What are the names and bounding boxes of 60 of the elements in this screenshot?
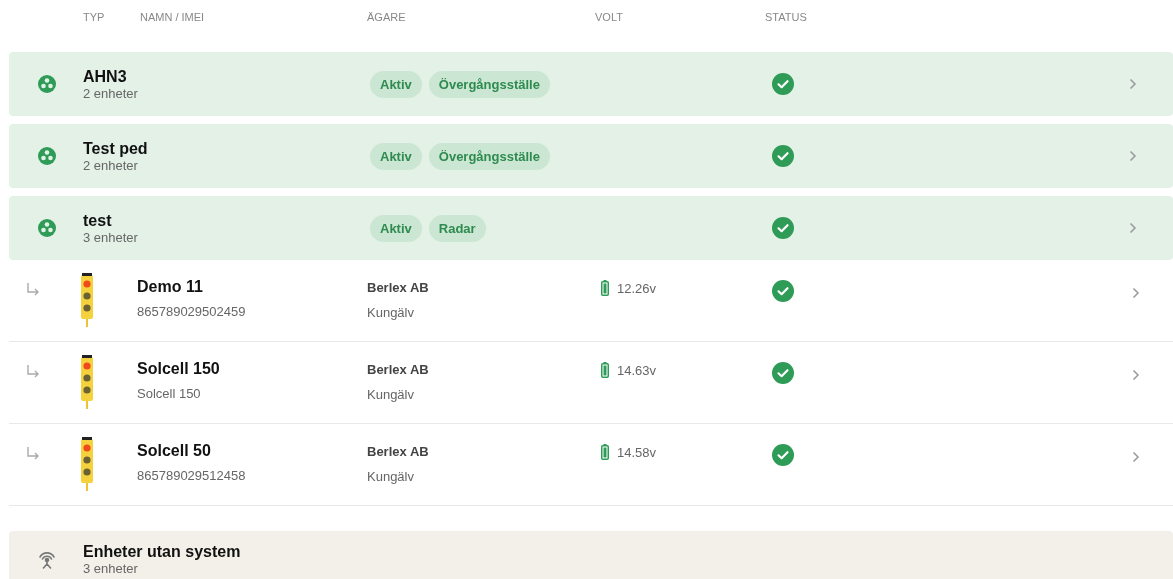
voltage-reading: 14.58v xyxy=(617,444,657,460)
system-icon xyxy=(38,75,56,93)
traffic-light-icon xyxy=(80,437,94,491)
tag: Aktiv xyxy=(370,142,422,170)
device-name: Demo 11 xyxy=(137,278,204,296)
group-name: test xyxy=(83,211,113,230)
owner-name: Berlex AB xyxy=(367,361,430,379)
battery-icon xyxy=(601,362,609,378)
device-count: 2 enheter xyxy=(83,85,139,101)
device-row[interactable]: Solcell 50 865789029512458 Berlex AB Kungälv 14.58v xyxy=(9,424,1173,506)
child-arrow-icon xyxy=(25,281,41,297)
device-count: 2 enheter xyxy=(83,157,139,173)
tag: Radar xyxy=(428,214,486,242)
chevron-right-icon xyxy=(1132,287,1140,299)
device-count: 3 enheter xyxy=(83,229,139,245)
owner-city: Kungälv xyxy=(367,305,415,320)
group-row[interactable]: Test ped 2 enheter Aktiv Övergångsställe xyxy=(9,124,1173,188)
chevron-right-icon xyxy=(1129,150,1137,162)
owner-city: Kungälv xyxy=(367,387,415,402)
battery-icon xyxy=(601,280,609,296)
group-name: Enheter utan system xyxy=(83,542,242,561)
antenna-icon xyxy=(37,549,57,569)
owner-city: Kungälv xyxy=(367,469,415,484)
group-row[interactable]: test 3 enheter Aktiv Radar xyxy=(9,196,1173,260)
chevron-right-icon xyxy=(1129,78,1137,90)
column-header: ÄGARE xyxy=(367,11,407,25)
traffic-light-icon xyxy=(80,273,94,327)
system-icon xyxy=(38,147,56,165)
owner-name: Berlex AB xyxy=(367,279,430,297)
chevron-right-icon xyxy=(1132,451,1140,463)
group-name: AHN3 xyxy=(83,67,128,86)
device-imei: 865789029512458 xyxy=(137,468,247,483)
column-header: STATUS xyxy=(765,11,807,25)
column-header: NAMN / IMEI xyxy=(140,11,206,25)
system-icon xyxy=(38,219,56,237)
device-row[interactable]: Solcell 150 Solcell 150 Berlex AB Kungälv 14.63v xyxy=(9,342,1173,424)
column-header: TYP xyxy=(83,11,106,25)
device-name: Solcell 50 xyxy=(137,442,212,460)
tag: Aktiv xyxy=(370,70,422,98)
tag: Aktiv xyxy=(370,214,422,242)
column-header: VOLT xyxy=(595,11,624,25)
child-arrow-icon xyxy=(25,363,41,379)
child-arrow-icon xyxy=(25,445,41,461)
group-row[interactable]: AHN3 2 enheter Aktiv Övergångsställe xyxy=(9,52,1173,116)
voltage-reading: 12.26v xyxy=(617,280,657,296)
tag: Övergångsställe xyxy=(428,70,550,98)
device-name: Solcell 150 xyxy=(137,360,221,378)
group-row[interactable]: Enheter utan system 3 enheter xyxy=(9,531,1173,579)
device-row[interactable]: Demo 11 865789029502459 Berlex AB Kungälv 12.26v xyxy=(9,260,1173,342)
battery-icon xyxy=(601,444,609,460)
device-imei: 865789029502459 xyxy=(137,304,247,319)
voltage-reading: 14.63v xyxy=(617,362,657,378)
owner-name: Berlex AB xyxy=(367,443,430,461)
group-name: Test ped xyxy=(83,139,149,158)
device-imei: Solcell 150 xyxy=(137,386,202,401)
traffic-light-icon xyxy=(80,355,94,409)
chevron-right-icon xyxy=(1129,222,1137,234)
tag: Övergångsställe xyxy=(428,142,550,170)
chevron-right-icon xyxy=(1132,369,1140,381)
device-count: 3 enheter xyxy=(83,560,139,576)
